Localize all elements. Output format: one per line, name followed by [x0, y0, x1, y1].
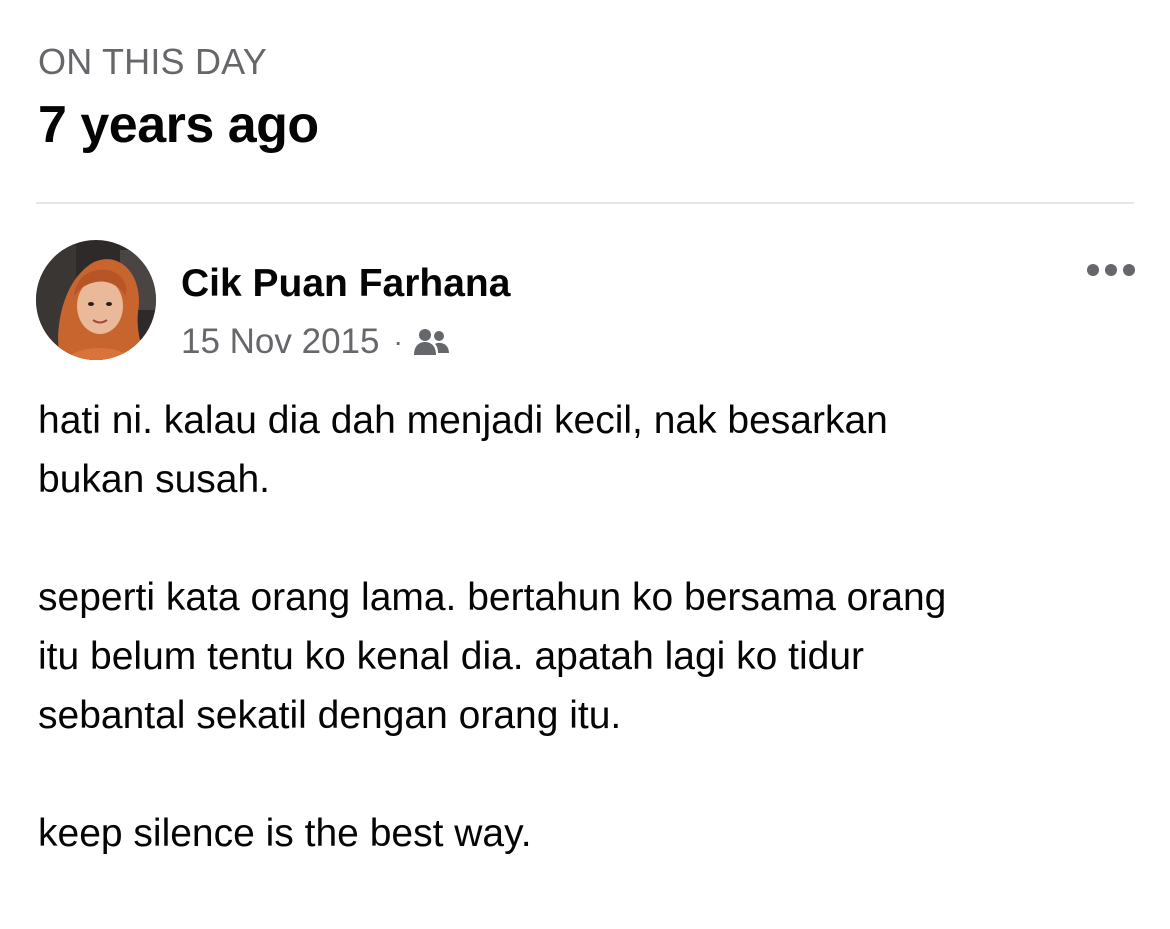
more-options-button[interactable] [1082, 254, 1140, 286]
avatar-photo-icon [36, 240, 156, 360]
post-date[interactable]: 15 Nov 2015 [181, 322, 379, 362]
post-paragraph: seperti kata orang lama. bertahun ko ber… [38, 576, 947, 737]
post-paragraph: hati ni. kalau dia dah menjadi kecil, na… [38, 399, 888, 501]
section-label: ON THIS DAY [38, 41, 267, 82]
meta-separator: · [393, 326, 403, 357]
friends-icon[interactable] [413, 327, 451, 357]
post-text: hati ni. kalau dia dah menjadi kecil, na… [38, 391, 1138, 863]
more-horizontal-icon [1087, 264, 1135, 276]
section-title: 7 years ago [38, 96, 319, 154]
author-name[interactable]: Cik Puan Farhana [181, 262, 510, 306]
divider [36, 202, 1134, 204]
avatar[interactable] [36, 240, 156, 360]
post-paragraph: keep silence is the best way. [38, 812, 532, 855]
post-meta: 15 Nov 2015 · [181, 320, 451, 364]
